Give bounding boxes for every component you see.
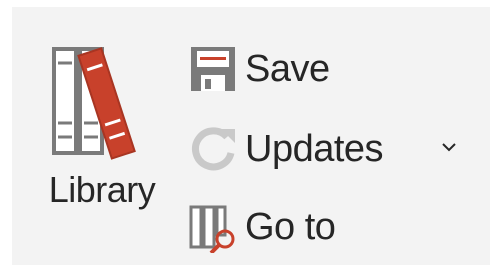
updates-label: Updates <box>245 127 384 170</box>
library-label: Library <box>48 169 156 210</box>
updates-button[interactable]: Updates <box>187 121 384 177</box>
library-button[interactable]: Library <box>32 37 172 237</box>
ribbon-group: Library Save Updates Go to <box>12 7 490 265</box>
chevron-down-icon[interactable] <box>437 135 461 159</box>
refresh-icon <box>192 127 235 171</box>
library-books-icon <box>52 47 136 160</box>
goto-label: Go to <box>245 205 336 248</box>
floppy-disk-icon <box>191 47 235 91</box>
books-search-icon <box>189 205 235 253</box>
save-label: Save <box>245 47 330 90</box>
goto-button[interactable]: Go to <box>187 199 336 255</box>
save-button[interactable]: Save <box>187 41 330 97</box>
